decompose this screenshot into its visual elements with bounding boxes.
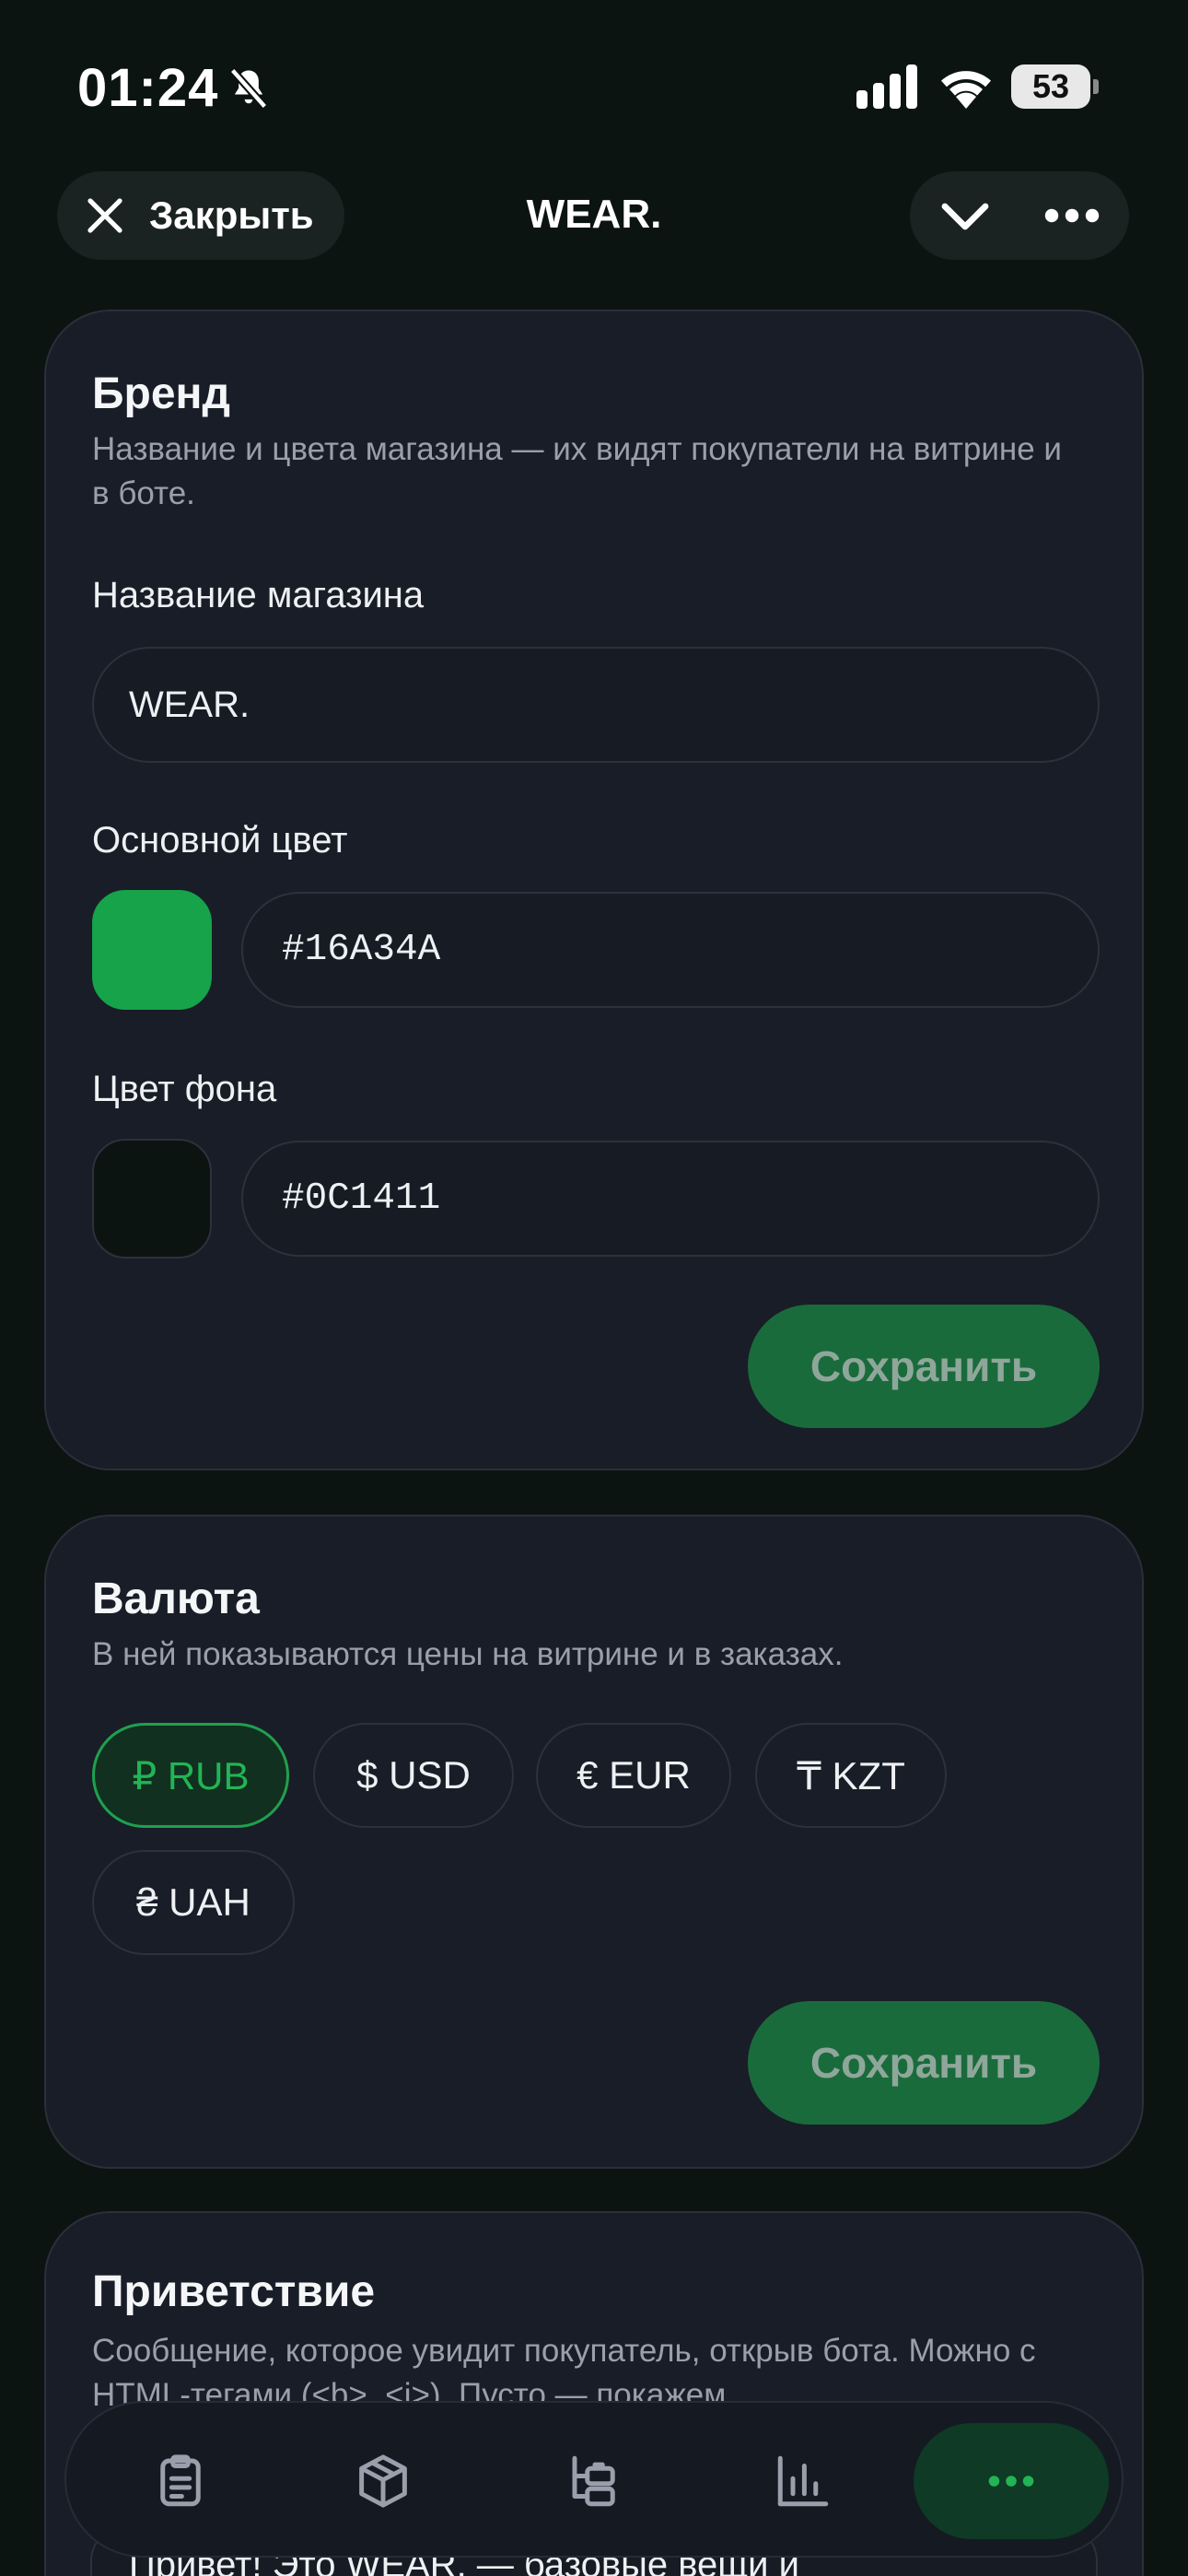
battery-icon: 53 <box>1011 64 1100 109</box>
bottom-nav <box>64 2401 1124 2558</box>
brand-title: Бренд <box>92 369 230 418</box>
brand-save-button[interactable]: Сохранить <box>748 1305 1100 1428</box>
wifi-icon <box>941 71 991 109</box>
currency-title: Валюта <box>92 1575 260 1623</box>
currency-chip-rub[interactable]: ₽ RUB <box>92 1723 289 1828</box>
chart-icon <box>777 2455 829 2507</box>
box-icon <box>359 2454 407 2508</box>
store-name-label: Название магазина <box>92 575 425 615</box>
clipboard-icon <box>160 2454 201 2507</box>
primary-color-label: Основной цвет <box>92 820 348 861</box>
more-icon[interactable] <box>1042 193 1101 238</box>
status-bar: 01:24 53 <box>0 0 1188 166</box>
store-name-input[interactable]: WEAR. <box>92 647 1100 763</box>
battery-level: 53 <box>1011 64 1090 109</box>
brand-description: Название и цвета магазина — их видят пок… <box>92 431 1062 511</box>
header: Закрыть WEAR. <box>0 166 1188 267</box>
background-color-swatch[interactable] <box>92 1139 212 1259</box>
background-color-input[interactable]: #0C1411 <box>241 1141 1100 1257</box>
currency-chip-kzt[interactable]: ₸ KZT <box>755 1723 947 1828</box>
nav-more[interactable] <box>914 2423 1109 2539</box>
background-color-label: Цвет фона <box>92 1069 277 1109</box>
currency-chip-uah[interactable]: ₴ UAH <box>92 1850 295 1955</box>
nav-orders[interactable] <box>88 2423 273 2539</box>
primary-color-input[interactable]: #16A34A <box>241 892 1100 1008</box>
currency-card: Валюта В ней показываются цены на витрин… <box>44 1515 1144 2169</box>
nav-analytics[interactable] <box>711 2423 895 2539</box>
status-time: 01:24 <box>77 58 219 118</box>
bell-slash-icon <box>229 67 268 110</box>
more-icon <box>988 2476 1034 2487</box>
primary-color-swatch[interactable] <box>92 890 212 1010</box>
header-actions <box>910 171 1129 260</box>
chevron-down-icon[interactable] <box>938 192 993 240</box>
currency-chip-eur[interactable]: € EUR <box>536 1723 731 1828</box>
currency-chip-usd[interactable]: $ USD <box>313 1723 514 1828</box>
brand-card: Бренд Название и цвета магазина — их вид… <box>44 310 1144 1470</box>
categories-icon <box>572 2455 615 2507</box>
greeting-title: Приветствие <box>92 2267 376 2316</box>
currency-description: В ней показываются цены на витрине и в з… <box>92 1636 844 1672</box>
nav-products[interactable] <box>291 2423 475 2539</box>
signal-icon <box>856 64 917 109</box>
currency-save-button[interactable]: Сохранить <box>748 2001 1100 2125</box>
nav-categories[interactable] <box>503 2423 687 2539</box>
